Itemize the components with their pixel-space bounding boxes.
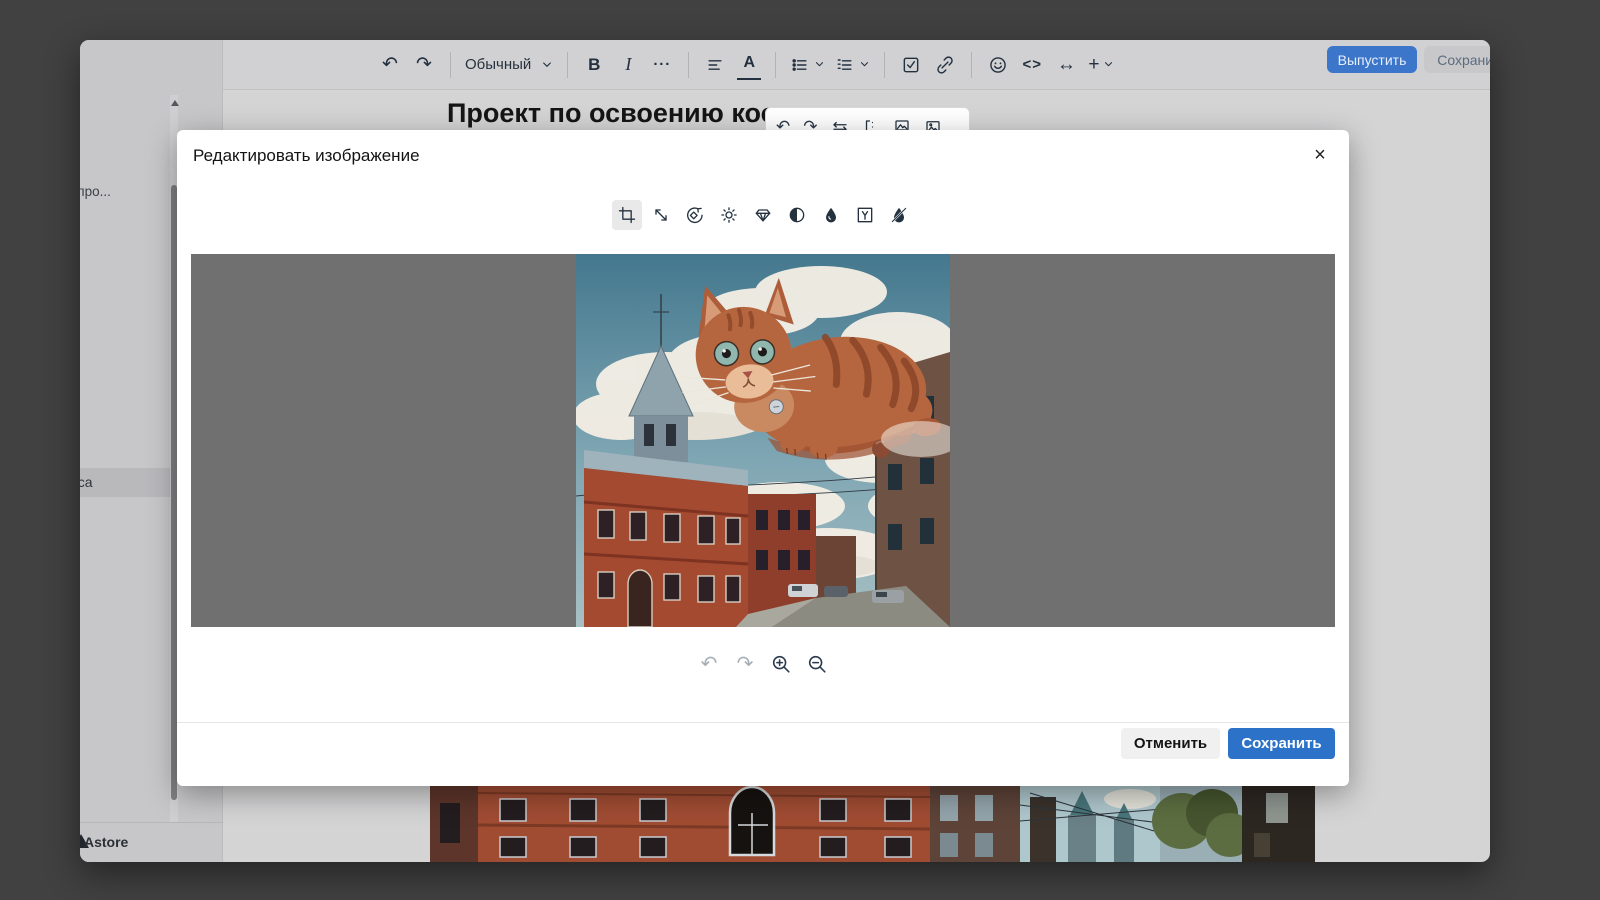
save-draft-button[interactable]: Сохранить	[1424, 46, 1490, 73]
article-image[interactable]	[430, 785, 1315, 862]
link-icon	[935, 55, 955, 75]
droplet-off-icon	[889, 205, 909, 225]
paragraph-style-select[interactable]: Обычный	[465, 50, 553, 80]
scroll-up-arrow-icon[interactable]	[171, 100, 179, 106]
numbered-list-button[interactable]	[835, 50, 870, 80]
toolbar-separator	[450, 52, 451, 78]
emoji-button[interactable]	[986, 50, 1010, 80]
droplet-icon	[821, 205, 841, 225]
bold-button[interactable]: B	[582, 50, 606, 80]
more-formatting-button[interactable]: ···	[650, 50, 674, 80]
paragraph-style-label: Обычный	[465, 56, 531, 73]
tool-brightness-button[interactable]	[714, 200, 744, 230]
close-icon[interactable]: ×	[1307, 142, 1333, 168]
edit-image-modal: Редактировать изображение ×	[177, 130, 1349, 786]
cancel-button[interactable]: Отменить	[1121, 728, 1220, 759]
tool-blur-button[interactable]	[884, 200, 914, 230]
toolbar-separator	[688, 52, 689, 78]
italic-button[interactable]: I	[616, 50, 640, 80]
toolbar-separator	[567, 52, 568, 78]
checklist-button[interactable]	[899, 50, 923, 80]
sidebar-item-selected[interactable]: оса	[80, 468, 178, 497]
contrast-icon	[787, 205, 807, 225]
redo-icon: ↷	[737, 654, 754, 674]
align-button[interactable]	[703, 50, 727, 80]
emoji-icon	[988, 55, 1008, 75]
luma-y-icon	[855, 205, 875, 225]
save-button[interactable]: Сохранить	[1228, 728, 1335, 759]
plus-icon: +	[1088, 55, 1099, 74]
crop-icon	[617, 205, 637, 225]
chevron-down-icon	[1103, 59, 1114, 70]
align-left-icon	[705, 55, 725, 75]
undo-icon: ↶	[701, 654, 718, 674]
modal-title: Редактировать изображение	[193, 146, 420, 166]
tool-resize-button[interactable]	[646, 200, 676, 230]
zoom-in-icon	[770, 653, 792, 675]
image-tools-toolbar	[177, 200, 1349, 234]
chevron-down-icon	[814, 59, 825, 70]
text-color-button[interactable]: A	[737, 50, 761, 80]
tool-clarity-button[interactable]	[748, 200, 778, 230]
zoom-in-button[interactable]	[770, 653, 792, 675]
tool-contrast-button[interactable]	[782, 200, 812, 230]
sidebar-item-selected-label: оса	[80, 474, 93, 490]
resize-icon	[651, 205, 671, 225]
article-title[interactable]: Проект по освоению кос	[447, 98, 776, 129]
sidebar-footer: Astore	[80, 822, 223, 862]
editor-toolbar: ↶ ↷ Обычный B I ··· A	[223, 40, 1490, 90]
tool-crop-button[interactable]	[612, 200, 642, 230]
bullet-list-button[interactable]	[790, 50, 825, 80]
code-button[interactable]: <>	[1020, 50, 1044, 80]
stage-redo-button[interactable]: ↷	[734, 653, 756, 675]
checkbox-icon	[901, 55, 921, 75]
modal-footer-divider	[177, 722, 1349, 723]
chevron-down-icon	[541, 59, 553, 71]
tool-saturation-button[interactable]	[816, 200, 846, 230]
image-edit-stage[interactable]	[191, 254, 1335, 627]
cat-city-illustration	[576, 254, 950, 627]
tool-grayscale-button[interactable]	[850, 200, 880, 230]
bullet-list-icon	[790, 55, 810, 75]
zoom-out-icon	[806, 653, 828, 675]
stage-controls: ↶ ↷	[177, 653, 1349, 675]
numbered-list-icon	[835, 55, 855, 75]
publish-button[interactable]: Выпустить	[1327, 46, 1417, 73]
redo-button[interactable]: ↷	[412, 50, 436, 80]
rotate-icon	[685, 205, 705, 225]
zoom-out-button[interactable]	[806, 653, 828, 675]
stage-undo-button[interactable]: ↶	[698, 653, 720, 675]
toolbar-separator	[971, 52, 972, 78]
link-button[interactable]	[933, 50, 957, 80]
brand-name: Astore	[84, 834, 128, 850]
horizontal-rule-button[interactable]: ↔	[1054, 50, 1078, 80]
tool-rotate-button[interactable]	[680, 200, 710, 230]
add-block-button[interactable]: +	[1088, 50, 1114, 80]
sidebar-item-truncated[interactable]: о про...	[80, 184, 111, 199]
undo-button[interactable]: ↶	[378, 50, 402, 80]
gem-icon	[753, 205, 773, 225]
toolbar-separator	[775, 52, 776, 78]
brightness-icon	[719, 205, 739, 225]
toolbar-separator	[884, 52, 885, 78]
chevron-down-icon	[859, 59, 870, 70]
